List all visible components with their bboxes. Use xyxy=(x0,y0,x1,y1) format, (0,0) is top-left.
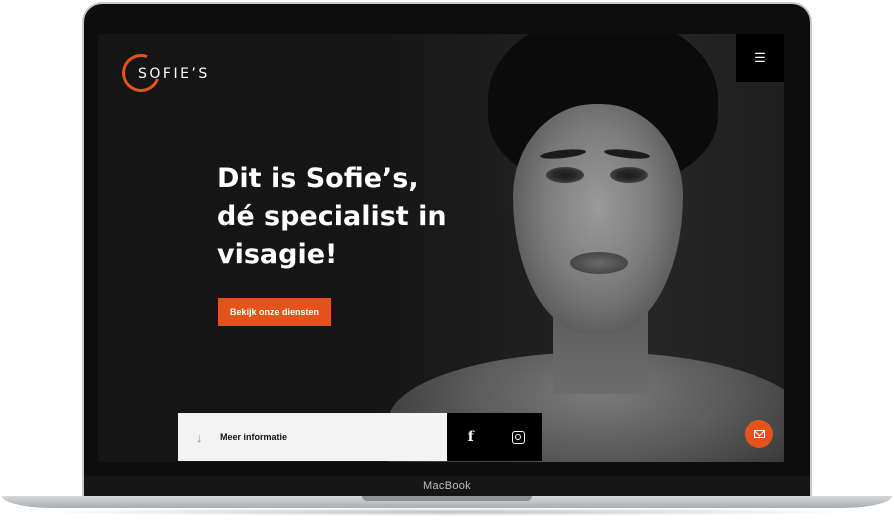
facebook-icon: f xyxy=(467,429,474,445)
hero-title-line: Dit is Sofie’s, xyxy=(217,163,419,194)
photo-face xyxy=(513,104,683,334)
photo-eye-right xyxy=(610,167,648,183)
laptop-notch xyxy=(362,496,532,501)
services-button[interactable]: Bekijk onze diensten xyxy=(218,298,331,326)
menu-button[interactable]: ☰ xyxy=(736,34,784,82)
website-screen: SOFIE’S ☰ Dit is Sofie’s, dé specialist … xyxy=(98,34,784,462)
instagram-link[interactable] xyxy=(508,427,528,447)
hero-title-line: visagie! xyxy=(217,239,338,270)
instagram-icon xyxy=(511,430,525,444)
mail-icon xyxy=(753,430,765,438)
social-links: f xyxy=(447,413,542,461)
facebook-link[interactable]: f xyxy=(461,427,481,447)
arrow-down-icon: ↓ xyxy=(196,429,203,445)
hamburger-menu-icon: ☰ xyxy=(754,50,766,65)
site-logo[interactable]: SOFIE’S xyxy=(115,47,242,99)
laptop-shadow xyxy=(30,508,864,516)
logo-text: SOFIE’S xyxy=(138,66,210,82)
photo-lips xyxy=(570,252,628,274)
hero-title: Dit is Sofie’s, dé specialist in visagie… xyxy=(217,160,477,274)
mail-button[interactable] xyxy=(745,420,773,448)
photo-eye-left xyxy=(546,167,584,183)
more-info-label: Meer informatie xyxy=(220,432,288,442)
device-label: MacBook xyxy=(423,480,471,492)
hero-title-line: dé specialist in xyxy=(217,201,447,232)
more-info-bar[interactable]: ↓ Meer informatie xyxy=(178,413,447,461)
